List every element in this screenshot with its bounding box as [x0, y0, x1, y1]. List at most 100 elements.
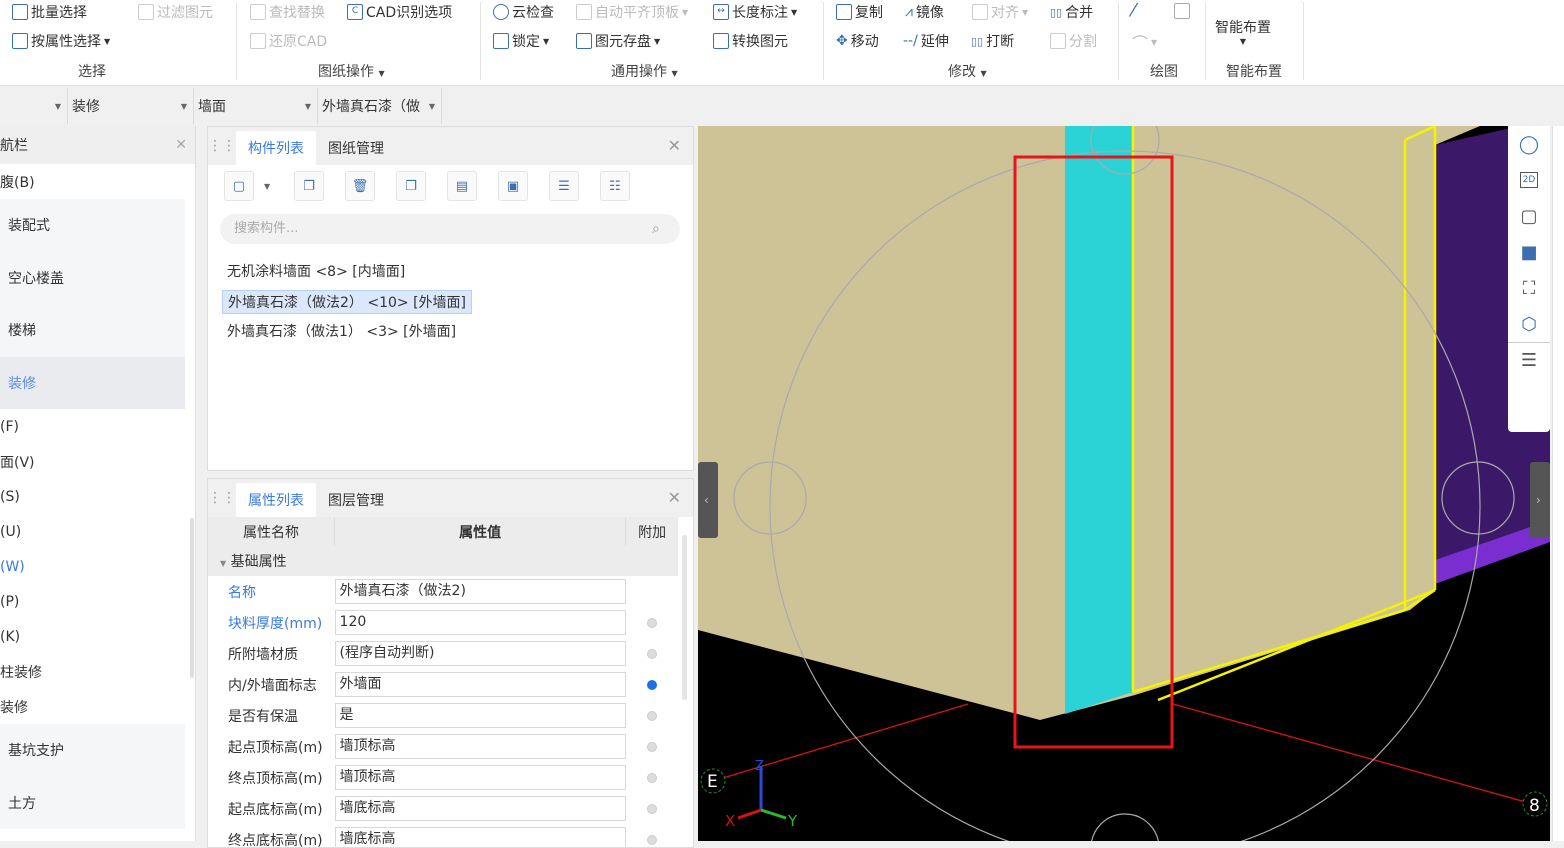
property-row[interactable]: 终点顶标高(m) 墙顶标高	[208, 762, 678, 793]
fit-view-icon[interactable]: ⛶	[1508, 270, 1550, 306]
nav-item[interactable]: (F)	[0, 409, 195, 444]
display-settings-icon[interactable]: ☰	[1508, 342, 1550, 378]
cad-options-button[interactable]: C CAD识别选项	[347, 2, 452, 22]
property-row[interactable]: 内/外墙面标志 外墙面	[208, 669, 678, 700]
scrollbar[interactable]	[190, 518, 194, 678]
sort-icon[interactable]: ☷	[600, 171, 630, 201]
nav-item[interactable]: 腹(B)	[0, 164, 195, 199]
search-component-input[interactable]: 搜索构件...	[220, 214, 680, 244]
category-select[interactable]: 装修 ▼	[68, 88, 194, 124]
break-button[interactable]: ▯▯ 打断	[971, 31, 1014, 51]
nav-item[interactable]: (P)	[0, 584, 195, 619]
select-by-attribute-button[interactable]: 按属性选择 ▼	[12, 31, 110, 51]
nav-item-active[interactable]: (W)	[0, 549, 195, 584]
delete-icon[interactable]: 🗑	[345, 171, 375, 201]
nav-item[interactable]: 柱装修	[0, 654, 195, 689]
nav-item[interactable]: 楼梯	[0, 304, 185, 357]
property-value-input[interactable]: 墙顶标高	[334, 734, 626, 759]
property-row[interactable]: 是否有保温 是	[208, 700, 678, 731]
copy-button[interactable]: 复制	[836, 2, 883, 22]
nav-item[interactable]: 装修	[0, 689, 195, 724]
tab-drawing-management[interactable]: 图纸管理	[316, 131, 396, 165]
nav-item[interactable]: 面(V)	[0, 444, 195, 479]
3d-viewport[interactable]: E 8 Z X Y ‹ ›	[698, 126, 1550, 841]
cloud-check-button[interactable]: 云检查	[493, 2, 554, 22]
rectangle-tool-icon[interactable]	[1174, 3, 1190, 19]
property-row[interactable]: 终点底标高(m) 墙底标高	[208, 824, 678, 847]
property-value-input[interactable]: (程序自动判断)	[334, 641, 626, 666]
chevron-down-icon[interactable]: ▼	[264, 182, 270, 191]
cube-wireframe-icon[interactable]: ▢	[1508, 198, 1550, 234]
property-row[interactable]: 名称 外墙真石漆（做法2)	[208, 576, 678, 607]
smart-layout-button[interactable]: 智能布置 ▼	[1215, 17, 1271, 46]
property-value-input[interactable]: 是	[334, 703, 626, 728]
orbit-icon[interactable]: ◯	[1508, 126, 1550, 162]
attach-radio[interactable]	[646, 679, 657, 690]
property-value-input[interactable]: 120	[334, 610, 626, 635]
lock-button[interactable]: 锁定 ▼	[493, 31, 549, 51]
restore-cad-button[interactable]: 还原CAD	[250, 31, 327, 51]
property-value-input[interactable]: 墙顶标高	[334, 765, 626, 790]
property-row[interactable]: 所附墙材质 (程序自动判断)	[208, 638, 678, 669]
property-row[interactable]: 起点底标高(m) 墙底标高	[208, 793, 678, 824]
nav-item[interactable]: (S)	[0, 479, 195, 514]
drag-handle-icon[interactable]: ⋮⋮	[208, 490, 236, 506]
length-dimension-button[interactable]: ↔ 长度标注 ▼	[713, 2, 797, 22]
nav-item[interactable]: 空心楼盖	[0, 251, 185, 304]
export-icon[interactable]: ▣	[498, 171, 528, 201]
property-value-input[interactable]: 外墙面	[334, 672, 626, 697]
save-elements-button[interactable]: 图元存盘 ▼	[576, 31, 660, 51]
auto-align-slab-button[interactable]: 自动平齐顶板 ▼	[576, 2, 688, 22]
group-label-modify[interactable]: 修改 ▼	[948, 61, 987, 81]
group-label-drawing[interactable]: 图纸操作 ▼	[318, 61, 385, 81]
view-2d-button[interactable]: 2D	[1508, 162, 1550, 198]
move-button[interactable]: ✥ 移动	[836, 31, 879, 51]
drag-handle-icon[interactable]: ⋮⋮	[208, 138, 236, 154]
property-value-input[interactable]: 墙底标高	[334, 796, 626, 821]
type-select[interactable]: 墙面 ▼	[194, 88, 318, 124]
floor-select[interactable]: ▼	[0, 88, 68, 124]
section-basic-properties[interactable]: ▼ 基础属性	[208, 546, 678, 576]
copy-component-icon[interactable]: ❐	[294, 171, 324, 201]
nav-item[interactable]: 土方	[0, 776, 185, 829]
attach-radio[interactable]	[646, 834, 657, 845]
find-replace-button[interactable]: 查找替换	[250, 2, 325, 22]
close-icon[interactable]: ✕	[668, 136, 681, 155]
tab-component-list[interactable]: 构件列表	[236, 131, 316, 165]
attach-radio[interactable]	[646, 741, 657, 752]
nav-item[interactable]: 装配式	[0, 199, 185, 252]
extend-button[interactable]: --/延伸	[903, 31, 949, 51]
list-item-selected[interactable]: 外墙真石漆（做法2） <10> [外墙面]	[222, 290, 473, 314]
filter-elements-button[interactable]: 过滤图元	[138, 2, 213, 22]
duplicate-floor-icon[interactable]: ❐	[396, 171, 426, 201]
scrollbar[interactable]	[682, 535, 687, 700]
tab-layer-management[interactable]: 图层管理	[316, 483, 396, 517]
list-item[interactable]: 无机涂料墙面 <8> [内墙面]	[222, 260, 410, 284]
new-component-icon[interactable]: ▢	[224, 171, 254, 201]
nav-item[interactable]: 基坑支护	[0, 724, 185, 777]
attach-radio[interactable]	[646, 772, 657, 783]
split-button[interactable]: 分割	[1050, 31, 1097, 51]
nav-item[interactable]: (U)	[0, 514, 195, 549]
align-button[interactable]: 对齐 ▼	[972, 2, 1028, 22]
close-icon[interactable]: ✕	[175, 137, 187, 153]
property-row[interactable]: 块料厚度(mm) 120	[208, 607, 678, 638]
property-row[interactable]: 起点顶标高(m) 墙顶标高	[208, 731, 678, 762]
nav-item-selected[interactable]: 装修	[0, 356, 185, 409]
isolate-view-icon[interactable]: ⬡	[1508, 306, 1550, 342]
nav-item[interactable]: (K)	[0, 619, 195, 654]
attach-radio[interactable]	[646, 803, 657, 814]
property-value-input[interactable]: 墙底标高	[334, 827, 626, 847]
line-tool-icon[interactable]: ⁄	[1132, 0, 1135, 21]
attach-radio[interactable]	[646, 710, 657, 721]
tab-property-list[interactable]: 属性列表	[236, 483, 316, 517]
convert-elements-button[interactable]: 转换图元	[713, 31, 788, 51]
arc-tool-icon[interactable]: ⌒ ▼	[1132, 30, 1157, 54]
import-icon[interactable]: ▤	[447, 171, 477, 201]
component-select[interactable]: 外墙真石漆（做 ▼	[318, 88, 442, 124]
merge-button[interactable]: ▯▯ 合并	[1050, 2, 1093, 22]
attach-radio[interactable]	[646, 617, 657, 628]
group-label-common[interactable]: 通用操作 ▼	[611, 61, 678, 81]
mirror-button[interactable]: ⩘ 镜像	[905, 2, 944, 22]
list-item[interactable]: 外墙真石漆（做法1） <3> [外墙面]	[222, 320, 461, 344]
